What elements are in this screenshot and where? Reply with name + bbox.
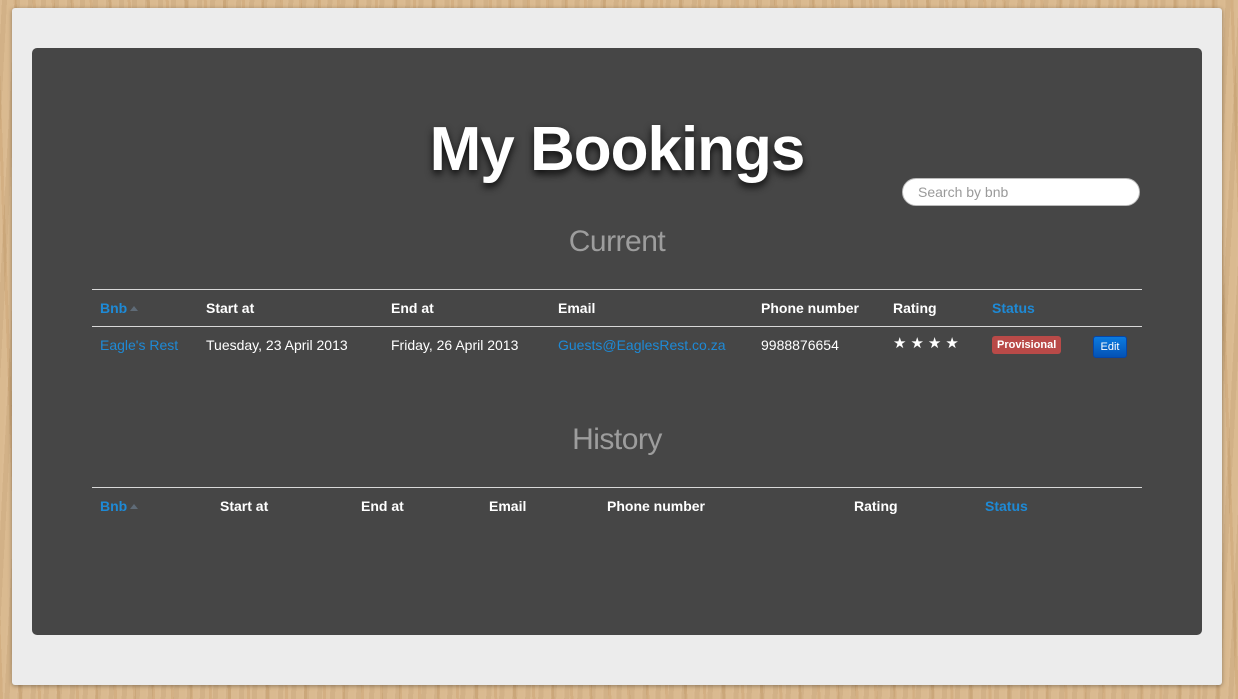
history-col-email-header: Email — [489, 498, 527, 514]
history-heading: History — [572, 423, 662, 456]
history-col-end-header: End at — [361, 498, 404, 514]
current-col-rating-header: Rating — [893, 300, 937, 316]
current-col-status-header[interactable]: Status — [992, 299, 1035, 317]
page-sheet: My Bookings Current Bnb Start at End at … — [12, 8, 1222, 685]
current-col-email-header: Email — [558, 300, 596, 316]
history-col-status-header[interactable]: Status — [985, 497, 1028, 515]
bookings-panel: My Bookings Current Bnb Start at End at … — [32, 48, 1202, 635]
current-heading: Current — [568, 225, 666, 258]
current-table-header-rule — [92, 326, 1142, 327]
sort-ascending-icon — [130, 306, 139, 311]
history-col-rating-header: Rating — [854, 498, 898, 514]
history-col-phone-header: Phone number — [607, 498, 706, 514]
bnb-link[interactable]: Eagle's Rest — [100, 336, 178, 354]
start-date: Tuesday, 23 April 2013 — [206, 337, 348, 353]
phone-number: 9988876654 — [761, 337, 839, 353]
current-col-bnb-label: Bnb — [100, 300, 128, 316]
history-col-start-header: Start at — [220, 498, 269, 514]
current-table-top-rule — [92, 289, 1142, 290]
sort-ascending-icon — [130, 504, 139, 509]
current-col-phone-header: Phone number — [761, 300, 860, 316]
status-badge: Provisional — [992, 336, 1062, 354]
edit-button[interactable]: Edit — [1093, 336, 1127, 358]
history-table-top-rule — [92, 487, 1142, 488]
search-input[interactable] — [902, 178, 1140, 206]
current-col-bnb-header[interactable]: Bnb — [100, 299, 139, 317]
email-link[interactable]: Guests@EaglesRest.co.za — [558, 336, 726, 354]
page-title: My Bookings — [429, 115, 806, 184]
current-col-start-header: Start at — [206, 300, 255, 316]
end-date: Friday, 26 April 2013 — [391, 337, 519, 353]
history-col-bnb-header[interactable]: Bnb — [100, 497, 139, 515]
history-col-bnb-label: Bnb — [100, 498, 128, 514]
star-rating-icon: ★★★★ — [893, 335, 963, 352]
current-col-end-header: End at — [391, 300, 434, 316]
